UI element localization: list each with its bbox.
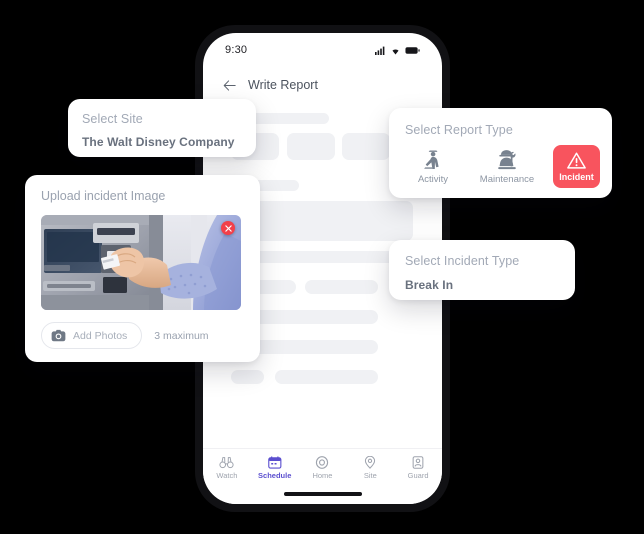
screen-header: Write Report [203, 71, 442, 99]
select-incident-type-card[interactable]: Select Incident Type Break In [389, 240, 575, 300]
status-bar-time: 9:30 [225, 44, 248, 56]
skeleton-block [231, 370, 264, 384]
select-site-value: The Walt Disney Company [82, 135, 235, 149]
calendar-icon [267, 456, 282, 469]
binoculars-icon [219, 457, 234, 469]
wifi-icon [392, 49, 399, 54]
home-indicator [283, 492, 362, 496]
upload-incident-image-card: Upload incident Image Add Photos 3 maxim… [25, 175, 260, 362]
incident-photo-thumbnail[interactable] [41, 215, 241, 310]
guard-badge-icon [412, 456, 424, 469]
add-photos-label: Add Photos [73, 329, 128, 342]
select-site-label: Select Site [82, 112, 143, 126]
report-type-label: Activity [417, 174, 449, 185]
map-pin-icon [365, 456, 376, 469]
skeleton-block [305, 280, 378, 294]
close-x-icon [224, 224, 232, 232]
warning-triangle-icon [567, 152, 586, 169]
max-photos-label: 3 maximum [154, 329, 209, 342]
report-type-label: Maintenance [479, 174, 535, 185]
select-incident-type-value: Break In [405, 278, 454, 292]
home-ring-icon [316, 456, 329, 469]
report-type-label: Incident [559, 172, 594, 182]
upload-title: Upload incident Image [41, 189, 166, 203]
upload-actions: Add Photos 3 maximum [41, 322, 260, 349]
status-bar-icons [375, 46, 420, 55]
signal-icon [375, 46, 385, 55]
skeleton-block [287, 133, 335, 160]
select-site-card[interactable]: Select Site The Walt Disney Company [68, 99, 256, 157]
report-type-options: Activity Maintenance Incident [405, 145, 612, 188]
nav-label: Guard [407, 471, 429, 480]
report-type-option-incident[interactable]: Incident [553, 145, 600, 188]
select-incident-type-label: Select Incident Type [405, 254, 520, 268]
select-report-type-card: Select Report Type Activity Maintenance … [389, 108, 612, 198]
nav-label: Watch [216, 471, 238, 480]
add-photos-button[interactable]: Add Photos [41, 322, 143, 349]
delete-photo-button[interactable] [221, 221, 235, 235]
nav-item-watch[interactable]: Watch [206, 456, 248, 480]
nav-item-guard[interactable]: Guard [397, 456, 439, 480]
walking-guard-icon [424, 150, 439, 169]
worker-wrench-icon [498, 150, 516, 170]
nav-item-site[interactable]: Site [349, 456, 391, 480]
status-bar: 9:30 [203, 33, 442, 67]
nav-label: Home [312, 471, 333, 480]
select-report-type-label: Select Report Type [405, 123, 513, 137]
nav-label: Schedule [258, 471, 292, 480]
skeleton-block [275, 370, 378, 384]
report-type-option-maintenance[interactable]: Maintenance [479, 149, 535, 185]
battery-icon [405, 46, 420, 54]
camera-icon [51, 329, 66, 342]
nav-item-schedule[interactable]: Schedule [254, 456, 296, 480]
atm-photo [41, 215, 241, 310]
report-type-option-activity[interactable]: Activity [405, 149, 461, 185]
nav-label: Site [363, 471, 377, 480]
nav-item-home[interactable]: Home [301, 456, 343, 480]
back-arrow-icon[interactable] [223, 79, 236, 91]
skeleton-block [342, 133, 390, 160]
page-title: Write Report [248, 78, 318, 92]
